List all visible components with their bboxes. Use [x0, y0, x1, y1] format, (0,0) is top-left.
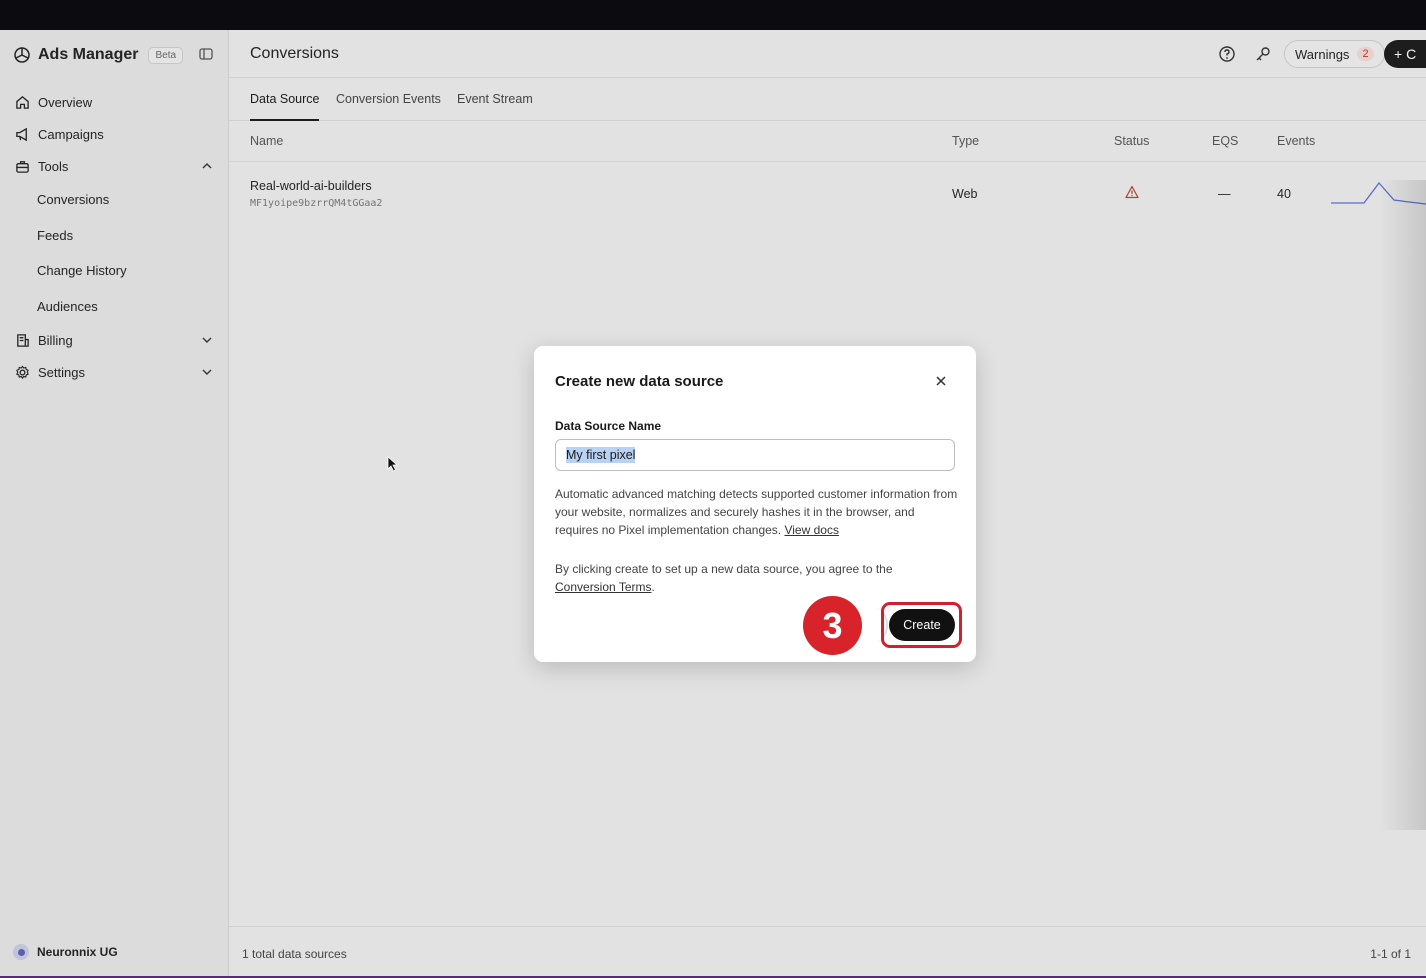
create-data-source-dialog: Create new data source Data Source Name … — [534, 346, 976, 662]
mouse-cursor-icon — [387, 456, 399, 472]
view-docs-link[interactable]: View docs — [784, 523, 838, 537]
right-edge-shadow — [1380, 180, 1426, 830]
close-icon[interactable] — [934, 374, 948, 388]
create-button[interactable]: Create — [889, 609, 955, 641]
dialog-title: Create new data source — [555, 373, 724, 390]
step-number-badge: 3 — [803, 596, 862, 655]
window-top-bar — [0, 0, 1426, 30]
data-source-name-label: Data Source Name — [555, 419, 662, 433]
matching-info-body: Automatic advanced matching detects supp… — [555, 487, 958, 537]
conversion-terms-link[interactable]: Conversion Terms — [555, 580, 651, 594]
terms-body: By clicking create to set up a new data … — [555, 562, 893, 576]
terms-period: . — [651, 580, 655, 594]
terms-text: By clicking create to set up a new data … — [555, 560, 960, 596]
app-window: Ads Manager Beta Overview Campaigns Tool… — [0, 30, 1426, 976]
data-source-name-value: My first pixel — [566, 447, 636, 463]
data-source-name-input[interactable]: My first pixel — [555, 439, 955, 471]
matching-info-text: Automatic advanced matching detects supp… — [555, 485, 960, 539]
